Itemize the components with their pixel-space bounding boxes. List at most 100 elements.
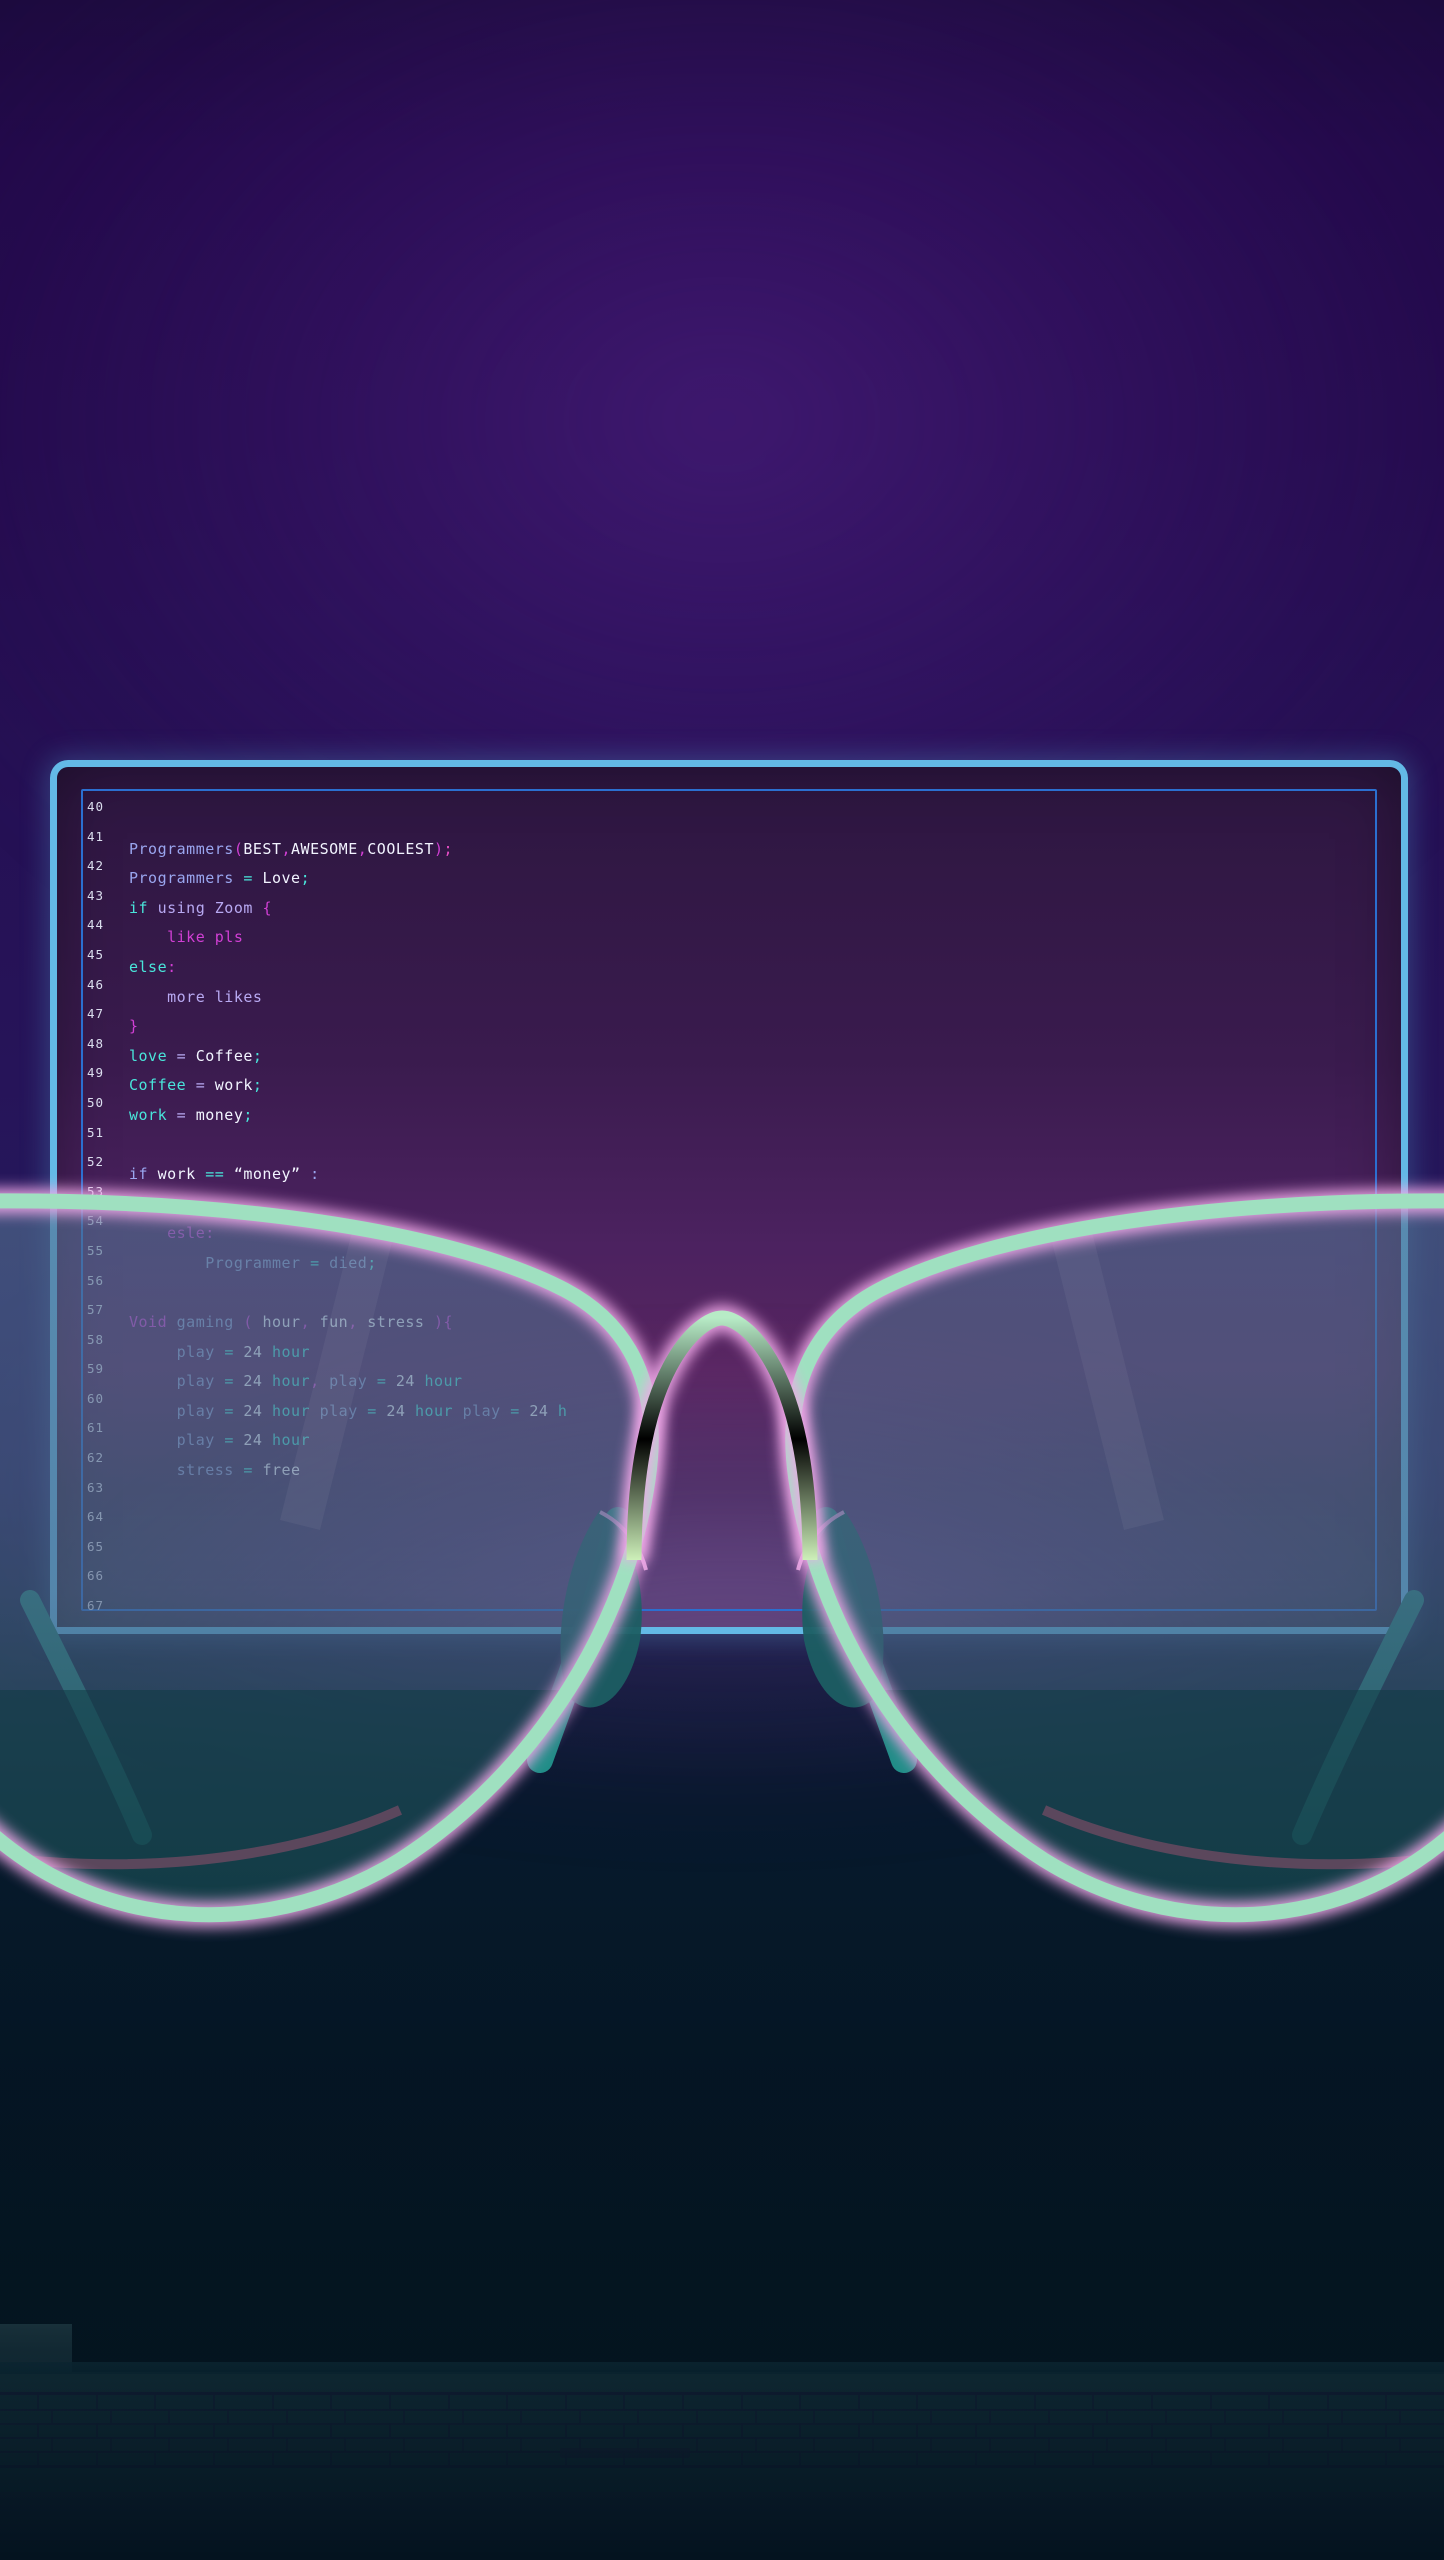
line-number: 57 (87, 1304, 104, 1317)
code-token: = (510, 1402, 520, 1420)
code-token: ; (367, 1254, 377, 1272)
code-token: AWESOME (291, 840, 358, 858)
line-number: 53 (87, 1186, 104, 1199)
code-line[interactable]: 42Programmers = Love; (87, 860, 1373, 890)
code-token: 24 (243, 1343, 262, 1361)
line-number: 44 (87, 919, 104, 932)
line-number: 43 (87, 890, 104, 903)
code-token: gaming (177, 1313, 234, 1331)
code-line[interactable]: 55 Programmer = died; (87, 1245, 1373, 1275)
code-token: = (224, 1372, 234, 1390)
line-number: 65 (87, 1541, 104, 1554)
code-line[interactable]: 66 (87, 1570, 1373, 1600)
code-token: = (224, 1343, 234, 1361)
line-number: 51 (87, 1127, 104, 1140)
code-line[interactable]: 47} (87, 1008, 1373, 1038)
code-line[interactable]: 67 (87, 1600, 1373, 1630)
code-line[interactable]: 43if using Zoom { (87, 890, 1373, 920)
code-token: { (444, 1313, 454, 1331)
code-line[interactable]: 41Programmers(BEST,AWESOME,COOLEST); (87, 831, 1373, 861)
code-text: Programmers = Love; (129, 871, 310, 886)
code-line[interactable]: 60 play = 24 hour play = 24 hour play = … (87, 1393, 1373, 1423)
code-token: work (215, 1076, 253, 1094)
code-text: play = 24 hour (129, 1433, 310, 1448)
code-token: : (310, 1165, 320, 1183)
code-token: Programmer (205, 1254, 300, 1272)
code-token (234, 1313, 244, 1331)
code-line[interactable]: 54 esle: (87, 1215, 1373, 1245)
code-token: ; (253, 1076, 263, 1094)
line-number: 47 (87, 1008, 104, 1021)
code-token: 24 (243, 1372, 262, 1390)
code-line[interactable]: 58 play = 24 hour (87, 1334, 1373, 1364)
wallpaper-canvas: 4041Programmers(BEST,AWESOME,COOLEST);42… (0, 0, 1444, 2560)
code-line[interactable]: 62 stress = free (87, 1452, 1373, 1482)
code-line[interactable]: 46 more likes (87, 979, 1373, 1009)
code-token (129, 1431, 177, 1449)
code-token: = (243, 869, 253, 887)
code-line[interactable]: 63 (87, 1482, 1373, 1512)
code-token: esle (167, 1224, 205, 1242)
code-token (186, 1106, 196, 1124)
code-token (215, 1402, 225, 1420)
code-token: play (177, 1343, 215, 1361)
code-line[interactable]: 50work = money; (87, 1097, 1373, 1127)
code-line[interactable]: 64 (87, 1511, 1373, 1541)
code-token: hour (262, 1313, 300, 1331)
line-number: 49 (87, 1067, 104, 1080)
code-token (262, 1372, 272, 1390)
code-token (262, 1402, 272, 1420)
code-line[interactable]: 44 like pls (87, 919, 1373, 949)
code-line[interactable]: 65 (87, 1541, 1373, 1571)
line-number: 64 (87, 1511, 104, 1524)
line-number: 58 (87, 1334, 104, 1347)
code-editor[interactable]: 4041Programmers(BEST,AWESOME,COOLEST);42… (87, 801, 1373, 1630)
code-token (129, 1372, 177, 1390)
code-token (234, 1461, 244, 1479)
code-token: died (329, 1254, 367, 1272)
code-token: stress (177, 1461, 234, 1479)
code-line[interactable]: 57Void gaming ( hour, fun, stress ){ (87, 1304, 1373, 1334)
code-line[interactable]: 49 Coffee = work; (87, 1067, 1373, 1097)
code-line[interactable]: 61 play = 24 hour (87, 1422, 1373, 1452)
code-token: ( (234, 840, 244, 858)
line-number: 54 (87, 1215, 104, 1228)
code-token: Programmers (129, 840, 234, 858)
code-text: Programmers(BEST,AWESOME,COOLEST); (129, 842, 453, 857)
code-token (301, 1254, 311, 1272)
line-number: 61 (87, 1422, 104, 1435)
code-token: work (158, 1165, 196, 1183)
code-token: play (177, 1372, 215, 1390)
code-token: Love (262, 869, 300, 887)
code-token: stress (367, 1313, 424, 1331)
code-line[interactable]: 52if work == “money” : (87, 1156, 1373, 1186)
line-number: 66 (87, 1570, 104, 1583)
code-token: , (358, 840, 368, 858)
code-token: 24 (243, 1431, 262, 1449)
line-number: 59 (87, 1363, 104, 1376)
code-token: : (205, 1224, 215, 1242)
code-token (234, 1343, 244, 1361)
line-number: 45 (87, 949, 104, 962)
code-line[interactable]: 48love = Coffee; (87, 1038, 1373, 1068)
code-line[interactable]: 56 (87, 1275, 1373, 1305)
code-text: Coffee = work; (129, 1078, 262, 1093)
code-line[interactable]: 45else: (87, 949, 1373, 979)
code-line[interactable]: 51 (87, 1127, 1373, 1157)
line-number: 60 (87, 1393, 104, 1406)
code-token: hour (272, 1372, 310, 1390)
line-number: 50 (87, 1097, 104, 1110)
code-token (310, 1313, 320, 1331)
code-token: hour (424, 1372, 462, 1390)
code-line[interactable]: 59 play = 24 hour, play = 24 hour (87, 1363, 1373, 1393)
code-token: ) (434, 1313, 444, 1331)
code-line[interactable]: 40 (87, 801, 1373, 831)
code-token: hour (272, 1402, 310, 1420)
code-token (215, 1372, 225, 1390)
code-token: 24 (243, 1402, 262, 1420)
code-token: ; (444, 840, 454, 858)
bottom-vignette (0, 1860, 1444, 2560)
line-number: 67 (87, 1600, 104, 1613)
code-line[interactable]: 53 (87, 1186, 1373, 1216)
code-text: like pls (129, 930, 243, 945)
